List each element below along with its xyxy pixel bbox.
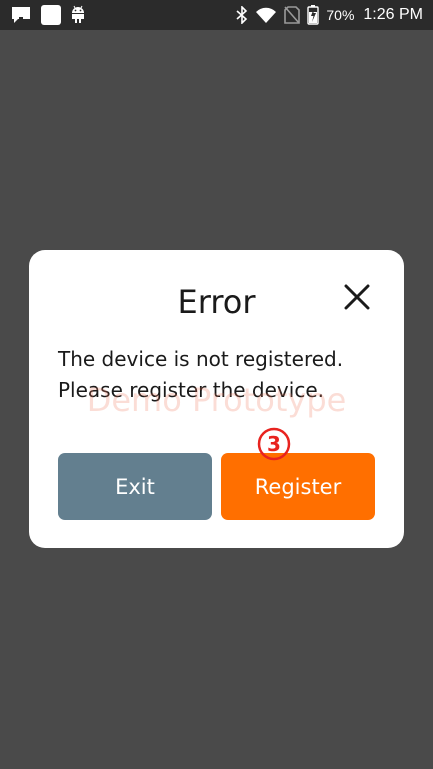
message-icon xyxy=(10,6,32,24)
status-bar-right: 70% 1:26 PM xyxy=(236,4,423,26)
close-icon xyxy=(344,284,370,310)
dialog-message: The device is not registered. Please reg… xyxy=(58,344,388,406)
close-button[interactable] xyxy=(340,280,374,314)
battery-icon xyxy=(307,5,320,25)
status-bar-left xyxy=(10,5,86,25)
android-icon xyxy=(70,5,86,25)
register-button[interactable]: Register xyxy=(221,453,375,520)
message-line-1: The device is not registered. xyxy=(58,347,344,371)
register-button-label: Register xyxy=(254,474,342,499)
status-time: 1:26 PM xyxy=(363,6,423,23)
exit-button-label: Exit xyxy=(115,474,155,499)
no-sim-icon xyxy=(284,6,301,24)
step-marker: 3 ③ xyxy=(256,426,292,462)
message-line-2: Please register the device. xyxy=(58,378,324,402)
status-bar: 70% 1:26 PM xyxy=(0,0,433,30)
svg-text:3: 3 xyxy=(267,432,281,456)
square-notification-icon xyxy=(41,5,61,25)
wifi-icon xyxy=(255,6,277,24)
bluetooth-icon xyxy=(236,6,248,24)
battery-percentage: 70% xyxy=(326,7,355,23)
exit-button[interactable]: Exit xyxy=(58,453,212,520)
